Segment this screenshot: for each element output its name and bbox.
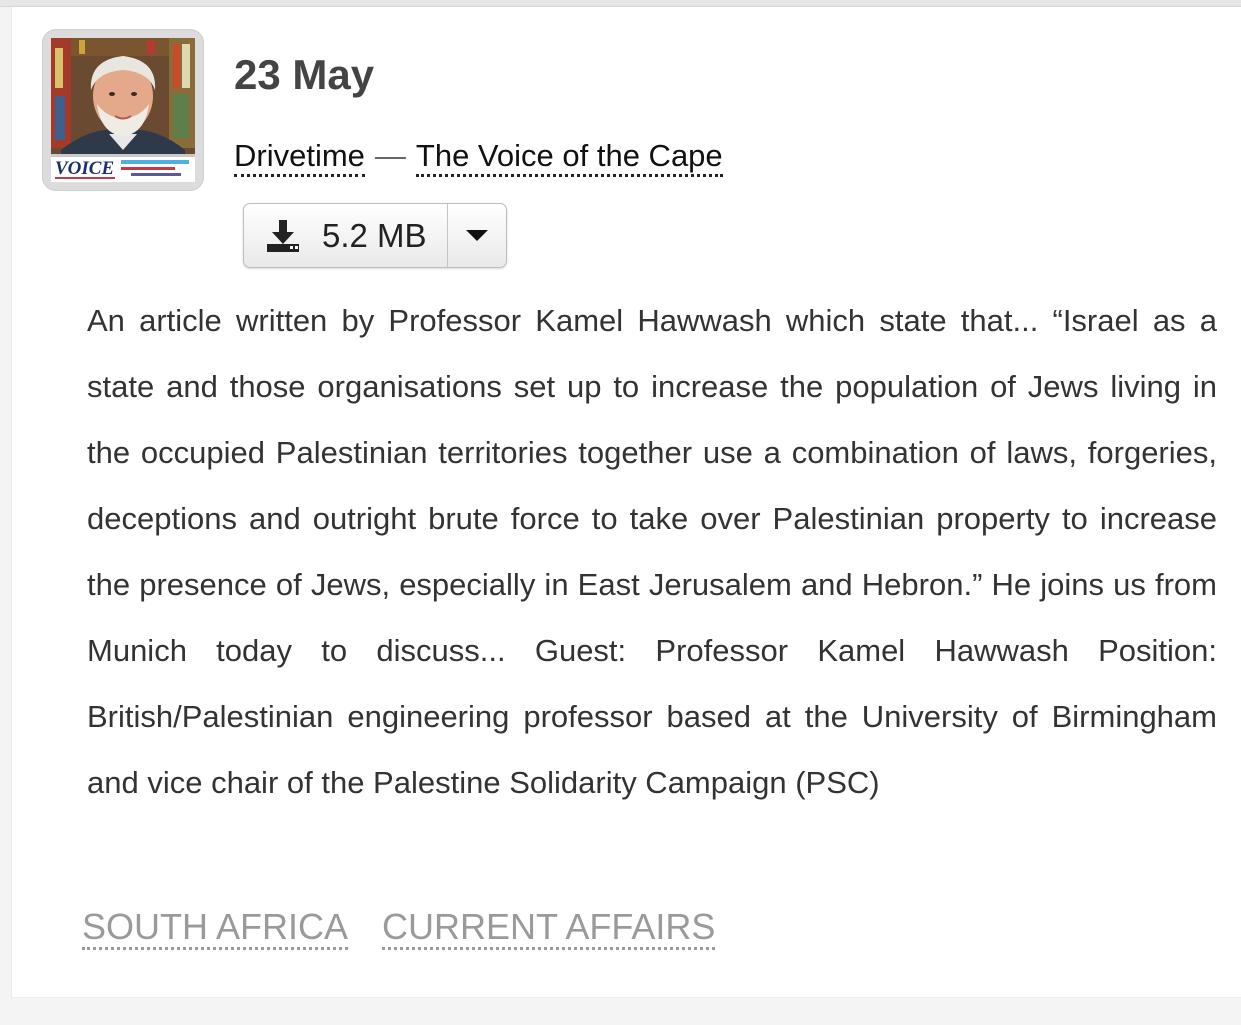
top-border — [0, 0, 1241, 7]
download-icon — [266, 219, 300, 253]
tag-south-africa[interactable]: SOUTH AFRICA — [82, 906, 349, 950]
tag-current-affairs[interactable]: CURRENT AFFAIRS — [382, 906, 716, 950]
svg-text:VOICE: VOICE — [55, 158, 114, 179]
meta-separator: — — [374, 138, 406, 173]
episode-thumbnail[interactable]: VOICE — [42, 29, 204, 191]
tag-list: SOUTH AFRICA CURRENT AFFAIRS — [82, 906, 749, 950]
caret-down-icon — [466, 230, 488, 241]
guest-photo-image: VOICE — [51, 38, 195, 182]
download-button-group: 5.2 MB — [243, 203, 507, 268]
download-button[interactable]: 5.2 MB — [244, 204, 448, 267]
download-size-label: 5.2 MB — [322, 216, 427, 254]
episode-meta: Drivetime — The Voice of the Cape — [234, 136, 723, 177]
station-link[interactable]: The Voice of the Cape — [415, 138, 723, 177]
episode-description: An article written by Professor Kamel Ha… — [87, 303, 1217, 800]
episode-date: 23 May — [234, 51, 375, 98]
download-dropdown-toggle[interactable] — [448, 204, 506, 267]
show-link[interactable]: Drivetime — [234, 138, 365, 177]
